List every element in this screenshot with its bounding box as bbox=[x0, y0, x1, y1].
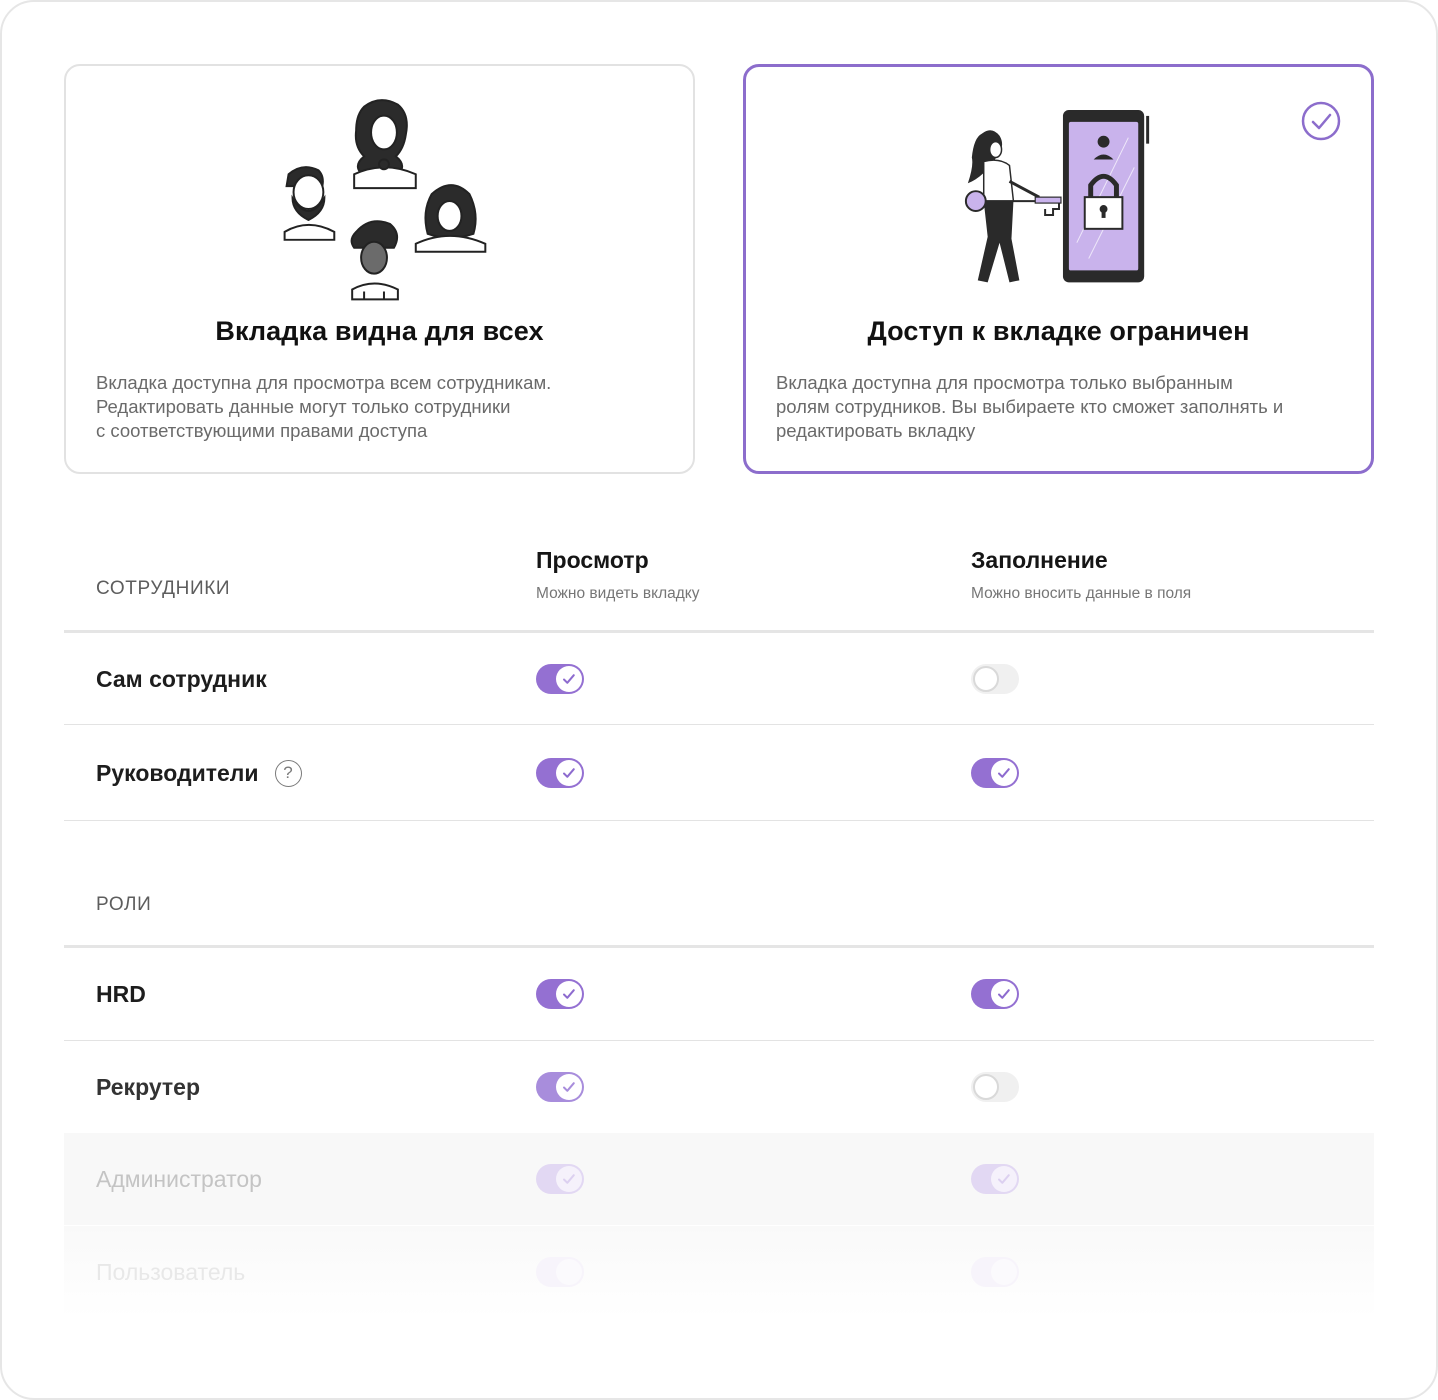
option-card-restricted[interactable]: Доступ к вкладке ограничен Вкладка досту… bbox=[743, 64, 1374, 474]
check-icon bbox=[991, 1166, 1017, 1192]
toggle-knob bbox=[991, 1259, 1017, 1285]
check-icon bbox=[556, 666, 582, 692]
option-title: Вкладка видна для всех bbox=[215, 316, 544, 346]
column-title: Заполнение bbox=[971, 547, 1108, 573]
column-header-view: Просмотр Можно видеть вкладку bbox=[536, 547, 700, 603]
option-description: Вкладка доступна для просмотра только вы… bbox=[776, 372, 1284, 441]
check-icon bbox=[556, 1166, 582, 1192]
table-row-disabled: Администратор bbox=[64, 1133, 1374, 1225]
view-toggle[interactable] bbox=[536, 979, 584, 1009]
check-icon bbox=[556, 1074, 582, 1100]
check-icon bbox=[991, 981, 1017, 1007]
table-row-fading: Пользователь bbox=[64, 1226, 1374, 1318]
row-label: Пользователь bbox=[96, 1258, 246, 1285]
option-description: Вкладка доступна для просмотра всем сотр… bbox=[96, 372, 552, 441]
toggle-knob bbox=[556, 1259, 582, 1285]
row-label: Рекрутер bbox=[96, 1073, 200, 1100]
table-row: HRD bbox=[64, 948, 1374, 1040]
fill-toggle bbox=[971, 1257, 1019, 1287]
key-lock-phone-illustration bbox=[964, 109, 1150, 283]
fill-toggle[interactable] bbox=[971, 1072, 1019, 1102]
toggle-knob bbox=[973, 1074, 999, 1100]
view-toggle bbox=[536, 1164, 584, 1194]
option-card-public[interactable]: Вкладка видна для всех Вкладка доступна … bbox=[64, 64, 695, 474]
column-header-fill: Заполнение Можно вносить данные в поля bbox=[971, 547, 1191, 603]
check-icon bbox=[991, 760, 1017, 786]
view-toggle[interactable] bbox=[536, 758, 584, 788]
row-label: HRD bbox=[96, 980, 146, 1007]
row-label: Руководители bbox=[96, 759, 259, 786]
check-icon bbox=[556, 981, 582, 1007]
fill-toggle[interactable] bbox=[971, 664, 1019, 694]
toggle-knob bbox=[973, 666, 999, 692]
row-label: Администратор bbox=[96, 1165, 262, 1192]
help-icon[interactable]: ? bbox=[274, 759, 302, 787]
table-row: Сам сотрудник bbox=[64, 633, 1374, 725]
view-toggle[interactable] bbox=[536, 664, 584, 694]
option-title: Доступ к вкладке ограничен bbox=[867, 316, 1250, 346]
section-label-roles: РОЛИ bbox=[96, 894, 152, 915]
view-toggle bbox=[536, 1257, 584, 1287]
fill-toggle[interactable] bbox=[971, 758, 1019, 788]
row-divider bbox=[64, 724, 1374, 725]
column-subtitle: Можно видеть вкладку bbox=[536, 585, 700, 602]
column-title: Просмотр bbox=[536, 547, 649, 573]
table-row: Рекрутер bbox=[64, 1041, 1374, 1133]
column-subtitle: Можно вносить данные в поля bbox=[971, 585, 1192, 602]
table-row: Руководители? bbox=[64, 727, 1374, 819]
fill-toggle bbox=[971, 1164, 1019, 1194]
row-label: Сам сотрудник bbox=[96, 665, 267, 692]
people-group-illustration bbox=[283, 99, 487, 301]
view-toggle[interactable] bbox=[536, 1072, 584, 1102]
row-divider bbox=[64, 820, 1374, 821]
check-icon bbox=[556, 760, 582, 786]
section-label-employees: СОТРУДНИКИ bbox=[96, 578, 231, 599]
fill-toggle[interactable] bbox=[971, 979, 1019, 1009]
